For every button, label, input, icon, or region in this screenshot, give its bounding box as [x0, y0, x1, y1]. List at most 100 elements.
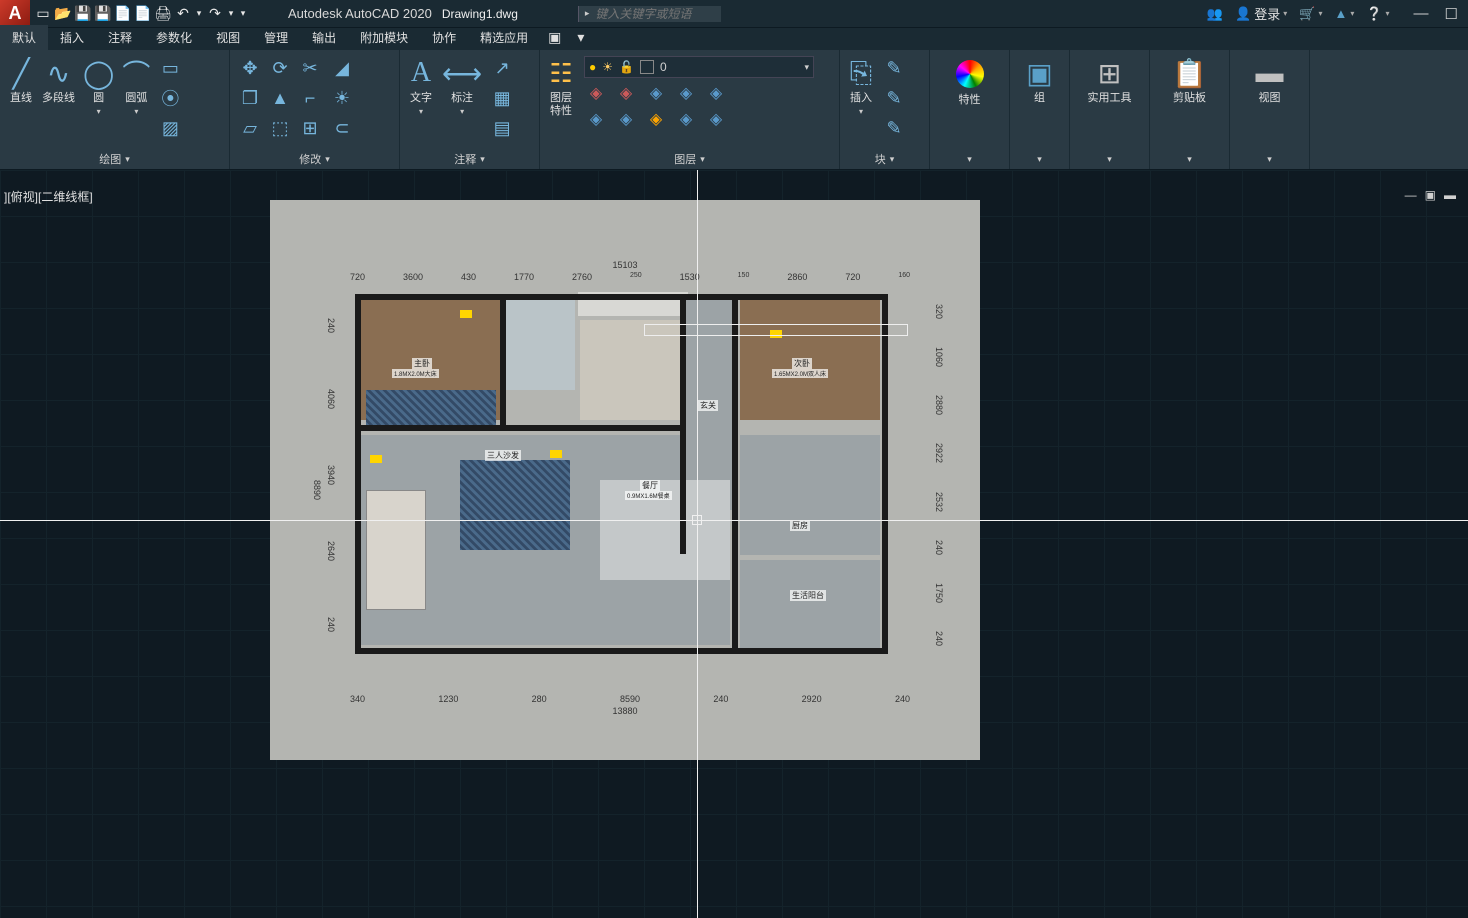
hatch-icon[interactable]: ▨: [156, 114, 184, 142]
tab-parametric[interactable]: 参数化: [144, 25, 204, 50]
polyline-button[interactable]: ∿ 多段线: [40, 54, 77, 107]
tab-manage[interactable]: 管理: [252, 25, 300, 50]
chevron-down-icon[interactable]: ▾: [134, 107, 138, 116]
create-block-icon[interactable]: ✎: [880, 54, 908, 82]
login-dropdown-icon[interactable]: ▾: [1283, 9, 1287, 18]
panel-title-annotation[interactable]: 注释▾: [400, 149, 539, 169]
scale-icon[interactable]: ⬚: [266, 114, 294, 142]
chevron-down-icon[interactable]: ▾: [460, 107, 464, 116]
new-icon[interactable]: ▭: [34, 5, 52, 23]
array-icon[interactable]: ⊞: [296, 114, 324, 142]
fillet-icon[interactable]: ⌐: [296, 84, 324, 112]
arc-button[interactable]: ⌒ 圆弧 ▾: [120, 54, 152, 118]
minimize-button[interactable]: —: [1414, 5, 1429, 23]
move-icon[interactable]: ✥: [236, 54, 264, 82]
vp-restore-icon[interactable]: ▣: [1425, 188, 1436, 202]
tab-collab[interactable]: 协作: [420, 25, 468, 50]
layer-lock-icon[interactable]: ◈: [614, 82, 638, 104]
layer-iso-icon[interactable]: ◈: [644, 82, 668, 104]
spline-icon[interactable]: ⦿: [156, 84, 184, 112]
tab-insert[interactable]: 插入: [48, 25, 96, 50]
layer-off-icon[interactable]: ◈: [704, 82, 728, 104]
layer-props-button[interactable]: ☷ 图层 特性: [546, 54, 576, 120]
qat-dropdown-icon[interactable]: ▾: [238, 5, 248, 23]
help-icon[interactable]: ❔▾: [1366, 6, 1389, 22]
exchange-icon[interactable]: 🛒▾: [1299, 6, 1322, 22]
attr-icon[interactable]: ✎: [880, 114, 908, 142]
text-button[interactable]: A 文字 ▾: [406, 54, 436, 118]
panel-title-group[interactable]: ▾: [1010, 149, 1069, 169]
vp-minimize-icon[interactable]: —: [1405, 188, 1417, 202]
properties-button[interactable]: 特性: [954, 54, 986, 109]
offset-icon[interactable]: ⊂: [328, 114, 356, 142]
save-icon[interactable]: 💾: [74, 5, 92, 23]
chevron-down-icon[interactable]: ▾: [97, 107, 101, 116]
edit-block-icon[interactable]: ✎: [880, 84, 908, 112]
tab-view[interactable]: 视图: [204, 25, 252, 50]
tab-annotate[interactable]: 注释: [96, 25, 144, 50]
rectangle-icon[interactable]: ▭: [156, 54, 184, 82]
rotate-icon[interactable]: ⟳: [266, 54, 294, 82]
line-button[interactable]: ╱ 直线: [6, 54, 36, 107]
viewport-label[interactable]: ][俯视][二维线框]: [4, 188, 93, 205]
tab-menu-icon[interactable]: ▾: [569, 25, 592, 50]
explode-icon[interactable]: ☀: [328, 84, 356, 112]
panel-title-draw[interactable]: 绘图▾: [0, 149, 229, 169]
tab-output[interactable]: 输出: [300, 25, 348, 50]
undo-dropdown-icon[interactable]: ▾: [194, 5, 204, 23]
copy-icon[interactable]: ❐: [236, 84, 264, 112]
people-icon[interactable]: 👥: [1207, 6, 1223, 22]
open-icon[interactable]: 📂: [54, 5, 72, 23]
layer-state-icon[interactable]: ◈: [704, 108, 728, 130]
tab-default[interactable]: 默认: [0, 25, 48, 50]
panel-title-block[interactable]: 块▾: [840, 149, 929, 169]
tab-featured[interactable]: 精选应用: [468, 25, 540, 50]
insert-block-button[interactable]: ⎘ 插入 ▾: [846, 54, 876, 118]
search-input[interactable]: [595, 7, 715, 21]
layer-prev-icon[interactable]: ◈: [644, 108, 668, 130]
trim-icon[interactable]: ✂: [296, 54, 324, 82]
layer-match-icon[interactable]: ◈: [584, 108, 608, 130]
cloud-open-icon[interactable]: 📄: [114, 5, 132, 23]
panel-title-clipboard[interactable]: ▾: [1150, 149, 1229, 169]
chevron-down-icon[interactable]: ▾: [804, 62, 809, 73]
dimension-button[interactable]: ⟷ 标注 ▾: [440, 54, 484, 118]
login-link[interactable]: 👤 登录 ▾: [1235, 4, 1287, 23]
table-icon[interactable]: ▦: [488, 84, 516, 112]
circle-button[interactable]: ◯ 圆 ▾: [81, 54, 116, 118]
stretch-icon[interactable]: ▱: [236, 114, 264, 142]
group-button[interactable]: ▣ 组: [1024, 54, 1054, 107]
panel-title-view[interactable]: ▾: [1230, 149, 1309, 169]
view-button[interactable]: ▬ 视图: [1254, 54, 1286, 107]
paste-button[interactable]: 📋 剪贴板: [1170, 54, 1209, 107]
panel-title-layer[interactable]: 图层▾: [540, 149, 839, 169]
app-logo[interactable]: A: [0, 0, 30, 28]
drawing-area[interactable]: ][俯视][二维线框] — ▣ ▬ 15103 720 3600 430 177…: [0, 170, 1468, 918]
layer-next-icon[interactable]: ◈: [674, 108, 698, 130]
erase-icon[interactable]: ◢: [328, 54, 356, 82]
a360-icon[interactable]: ▲▾: [1334, 6, 1354, 21]
layer-on-icon[interactable]: ◈: [674, 82, 698, 104]
layer-freeze-icon[interactable]: ◈: [584, 82, 608, 104]
mirror-icon[interactable]: ▲: [266, 84, 294, 112]
redo-icon[interactable]: ↷: [206, 5, 224, 23]
chevron-down-icon[interactable]: ▾: [859, 107, 863, 116]
panel-title-properties[interactable]: ▾: [930, 149, 1009, 169]
tab-apps-icon[interactable]: ▣: [540, 25, 569, 50]
field-icon[interactable]: ▤: [488, 114, 516, 142]
chevron-down-icon[interactable]: ▾: [419, 107, 423, 116]
maximize-button[interactable]: ☐: [1445, 5, 1458, 23]
vp-close-icon[interactable]: ▬: [1444, 188, 1456, 202]
saveas-icon[interactable]: 💾: [94, 5, 112, 23]
panel-title-utilities[interactable]: ▾: [1070, 149, 1149, 169]
utilities-button[interactable]: ⊞ 实用工具: [1086, 54, 1134, 107]
cloud-save-icon[interactable]: 📄: [134, 5, 152, 23]
leader-icon[interactable]: ↗: [488, 54, 516, 82]
tab-addins[interactable]: 附加模块: [348, 25, 420, 50]
infocenter-search[interactable]: ▸: [578, 6, 722, 22]
layer-dropdown[interactable]: ● ☀ 🔓 0 ▾: [584, 56, 814, 78]
panel-title-modify[interactable]: 修改▾: [230, 149, 399, 169]
print-icon[interactable]: 🖨: [154, 5, 172, 23]
undo-icon[interactable]: ↶: [174, 5, 192, 23]
redo-dropdown-icon[interactable]: ▾: [226, 5, 236, 23]
